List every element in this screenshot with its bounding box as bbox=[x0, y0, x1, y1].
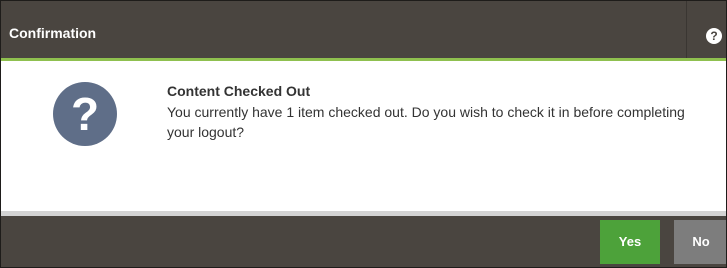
dialog-titlebar: Confirmation ? bbox=[1, 1, 726, 61]
dialog-content: ? Content Checked Out You currently have… bbox=[1, 61, 726, 211]
yes-button[interactable]: Yes bbox=[600, 220, 660, 264]
help-icon[interactable]: ? bbox=[706, 28, 722, 44]
question-icon: ? bbox=[53, 82, 117, 146]
help-button[interactable]: ? bbox=[686, 1, 726, 58]
dialog-title: Confirmation bbox=[9, 25, 97, 41]
dialog-footer: Yes No bbox=[1, 216, 726, 267]
confirmation-dialog: Confirmation ? ? Content Checked Out You… bbox=[0, 0, 727, 268]
message-body: You currently have 1 item checked out. D… bbox=[167, 104, 685, 140]
no-button[interactable]: No bbox=[674, 220, 726, 264]
message-title: Content Checked Out bbox=[167, 83, 311, 99]
